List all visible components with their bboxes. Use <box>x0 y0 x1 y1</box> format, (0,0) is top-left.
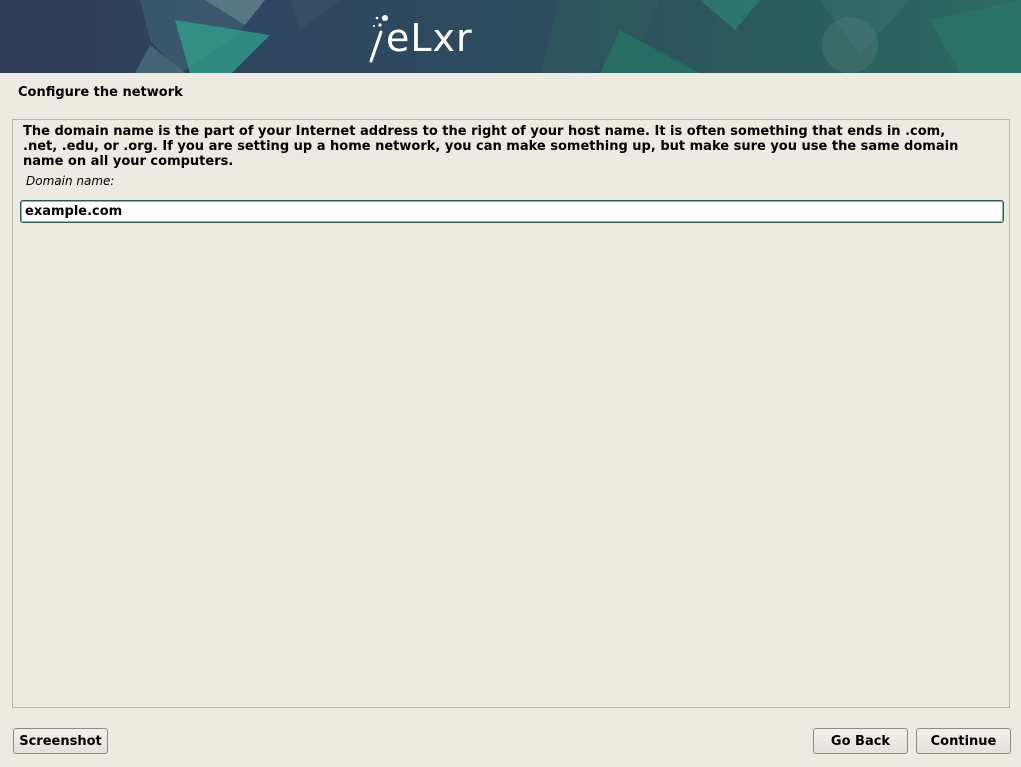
continue-button[interactable]: Continue <box>916 728 1011 754</box>
screenshot-button[interactable]: Screenshot <box>13 728 108 754</box>
banner-background-shapes <box>135 0 1021 73</box>
test-tube-sparkle-icon <box>366 12 388 64</box>
domain-description-text: The domain name is the part of your Inte… <box>23 124 959 169</box>
logo-wordmark: eLxr <box>386 16 473 60</box>
elxr-logo: eLxr <box>366 8 473 64</box>
go-back-button[interactable]: Go Back <box>813 728 908 754</box>
domain-name-input[interactable] <box>20 200 1004 223</box>
content-panel: The domain name is the part of your Inte… <box>12 119 1010 708</box>
page-title: Configure the network <box>18 85 183 100</box>
header-banner: eLxr <box>0 0 1021 73</box>
domain-name-label: Domain name: <box>26 174 115 188</box>
